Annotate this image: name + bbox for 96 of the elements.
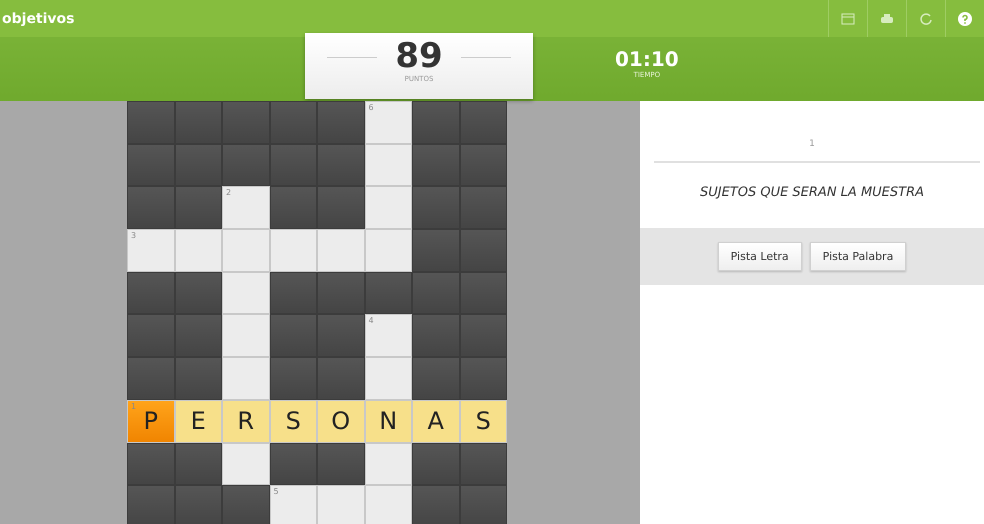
- blocked-square: [270, 186, 317, 230]
- square-letter: E: [190, 407, 206, 436]
- blocked-square: [127, 442, 174, 486]
- clue-number: 4: [368, 316, 374, 326]
- clue-index: 1: [808, 138, 816, 149]
- blocked-square: [127, 186, 174, 230]
- blocked-square: [317, 357, 364, 400]
- crossword-square[interactable]: O: [317, 400, 364, 442]
- clue-text: SUJETOS QUE SERAN LA MUESTRA: [698, 184, 926, 202]
- blocked-square: [460, 229, 507, 272]
- blocked-square: [460, 144, 507, 186]
- blocked-square: [412, 101, 460, 144]
- square-letter: S: [476, 407, 491, 436]
- crossword-square[interactable]: [364, 357, 412, 400]
- blocked-square: [222, 101, 270, 144]
- blocked-square: [174, 314, 222, 358]
- blocked-square: [460, 272, 507, 314]
- crossword-square[interactable]: [317, 485, 364, 524]
- blocked-square: [412, 144, 460, 186]
- blocked-square: [270, 314, 317, 358]
- blocked-square: [317, 144, 364, 186]
- blocked-square: [460, 186, 507, 230]
- blocked-square: [412, 357, 460, 400]
- crossword-square[interactable]: [364, 186, 412, 230]
- score-value: 89: [395, 37, 443, 75]
- blocked-square: [174, 357, 222, 400]
- crossword-square[interactable]: [222, 314, 270, 358]
- blocked-square: [460, 101, 507, 144]
- square-letter: P: [144, 407, 158, 436]
- clue-number: 6: [368, 103, 374, 112]
- blocked-square: [412, 314, 460, 358]
- clue-number: 3: [131, 231, 136, 240]
- blocked-square: [364, 272, 412, 314]
- clue-number: 2: [226, 188, 232, 198]
- crossword-square[interactable]: [270, 229, 317, 272]
- crossword-square[interactable]: [174, 229, 222, 272]
- blocked-square: [174, 272, 222, 314]
- blocked-square: [317, 272, 364, 314]
- crossword-square[interactable]: [364, 229, 412, 272]
- blocked-square: [317, 442, 364, 486]
- blocked-square: [412, 442, 460, 486]
- crossword-square[interactable]: E: [174, 400, 222, 442]
- blocked-square: [127, 485, 174, 524]
- blocked-square: [412, 272, 460, 314]
- blocked-square: [222, 144, 270, 186]
- blocked-square: [460, 314, 507, 358]
- crossword-square[interactable]: A: [412, 400, 460, 442]
- blocked-square: [174, 101, 222, 144]
- blocked-square: [270, 272, 317, 314]
- crossword-square[interactable]: [364, 442, 412, 486]
- blocked-square: [270, 442, 317, 486]
- crossword-square[interactable]: [222, 272, 270, 314]
- blocked-square: [412, 485, 460, 524]
- blocked-square: [412, 186, 460, 230]
- blocked-square: [127, 144, 174, 186]
- clue-number: 1: [131, 402, 136, 411]
- crossword-square[interactable]: [364, 144, 412, 186]
- crossword-square[interactable]: S: [460, 400, 507, 442]
- square-letter: R: [237, 407, 254, 436]
- blocked-square: [317, 186, 364, 230]
- crossword-square[interactable]: [364, 485, 412, 524]
- square-letter: O: [331, 407, 350, 436]
- square-letter: N: [379, 407, 398, 436]
- blocked-square: [127, 101, 174, 144]
- crossword-square[interactable]: [222, 357, 270, 400]
- blocked-square: [174, 485, 222, 524]
- blocked-square: [317, 101, 364, 144]
- blocked-square: [317, 314, 364, 358]
- blocked-square: [270, 101, 317, 144]
- blocked-square: [270, 144, 317, 186]
- app-title: objetivos: [2, 10, 75, 26]
- blocked-square: [460, 442, 507, 486]
- blocked-square: [222, 485, 270, 524]
- crossword-square[interactable]: [317, 229, 364, 272]
- hint-button[interactable]: Pista Letra: [718, 242, 802, 271]
- square-letter: S: [286, 407, 301, 436]
- blocked-square: [127, 357, 174, 400]
- timer-value: 01:10: [615, 47, 679, 71]
- blocked-square: [412, 229, 460, 272]
- crossword-square[interactable]: N: [364, 400, 412, 442]
- crossword-square[interactable]: S: [270, 400, 317, 442]
- crossword-square[interactable]: 1 P: [127, 400, 174, 442]
- blocked-square: [174, 186, 222, 230]
- crossword-square[interactable]: [222, 442, 270, 486]
- blocked-square: [270, 357, 317, 400]
- blocked-square: [174, 144, 222, 186]
- blocked-square: [174, 442, 222, 486]
- blocked-square: [460, 357, 507, 400]
- blocked-square: [127, 314, 174, 358]
- blocked-square: [460, 485, 507, 524]
- blocked-square: [127, 272, 174, 314]
- clue-number: 5: [274, 487, 279, 496]
- crossword-square[interactable]: R: [222, 400, 270, 442]
- crossword-square[interactable]: [222, 229, 270, 272]
- hint-button[interactable]: Pista Palabra: [810, 242, 906, 271]
- square-letter: A: [428, 407, 444, 436]
